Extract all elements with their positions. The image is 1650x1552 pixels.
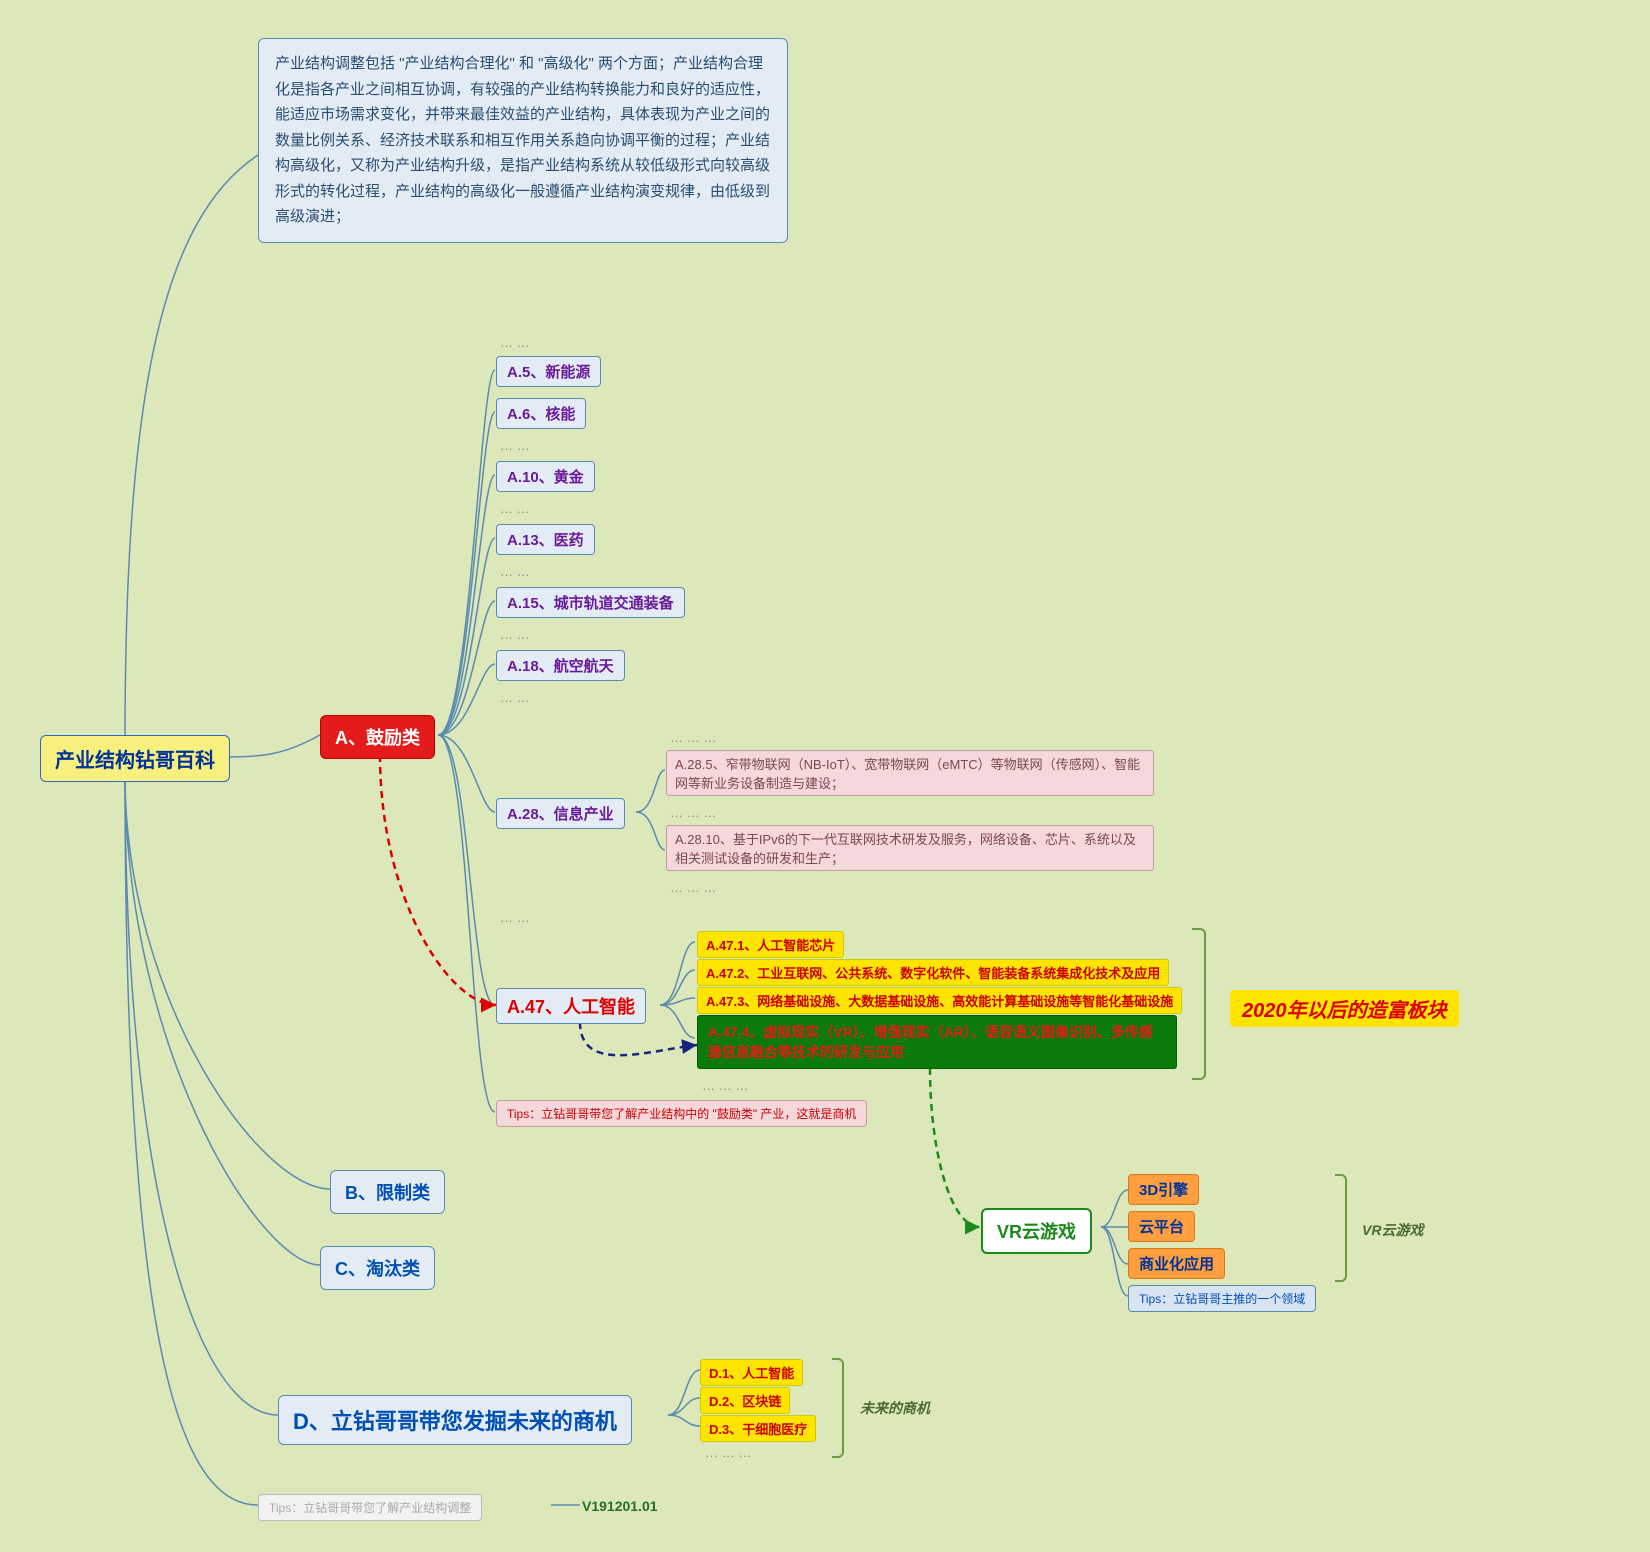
ellipsis: … … bbox=[500, 335, 530, 350]
node-a47-1: A.47.1、人工智能芯片 bbox=[697, 931, 844, 958]
node-a28-10: A.28.10、基于IPv6的下一代互联网技术研发及服务，网络设备、芯片、系统以… bbox=[666, 825, 1154, 871]
node-a47-3: A.47.3、网络基础设施、大数据基础设施、高效能计算基础设施等智能化基础设施 bbox=[697, 987, 1182, 1014]
node-a10[interactable]: A.10、黄金 bbox=[496, 461, 595, 492]
ellipsis: … … bbox=[500, 627, 530, 642]
node-a5[interactable]: A.5、新能源 bbox=[496, 356, 601, 387]
tips-a: Tips：立钻哥哥带您了解产业结构中的 "鼓励类" 产业，这就是商机 bbox=[496, 1100, 867, 1127]
cat-c[interactable]: C、淘汰类 bbox=[320, 1246, 435, 1290]
ellipsis: … … … bbox=[705, 1445, 751, 1460]
ellipsis: … … bbox=[500, 438, 530, 453]
version-label: V191201.01 bbox=[582, 1498, 658, 1514]
node-d2[interactable]: D.2、区块链 bbox=[700, 1387, 790, 1414]
tips-footer: Tips：立钻哥哥带您了解产业结构调整 bbox=[258, 1494, 482, 1521]
ellipsis: … … … bbox=[670, 805, 716, 820]
node-a15[interactable]: A.15、城市轨道交通装备 bbox=[496, 587, 685, 618]
node-a47[interactable]: A.47、人工智能 bbox=[496, 988, 646, 1024]
bracket-d bbox=[832, 1358, 844, 1458]
node-a28-5: A.28.5、窄带物联网（NB-IoT）、宽带物联网（eMTC）等物联网（传感网… bbox=[666, 750, 1154, 796]
annot-vr: VR云游戏 bbox=[1362, 1220, 1423, 1240]
ellipsis: … … … bbox=[702, 1078, 748, 1093]
bracket-a47 bbox=[1192, 928, 1206, 1080]
node-a28[interactable]: A.28、信息产业 bbox=[496, 798, 625, 829]
ellipsis: … … bbox=[500, 501, 530, 516]
node-a18[interactable]: A.18、航空航天 bbox=[496, 650, 625, 681]
root-node[interactable]: 产业结构钻哥百科 bbox=[40, 735, 230, 782]
ellipsis: … … bbox=[500, 564, 530, 579]
cat-d[interactable]: D、立钻哥哥带您发掘未来的商机 bbox=[278, 1395, 632, 1445]
annot-d: 未来的商机 bbox=[860, 1398, 930, 1418]
node-a47-4: A.47.4、虚拟现实（VR）、增强现实（AR）、语音语义图像识别、多传感器信息… bbox=[697, 1015, 1177, 1069]
ellipsis: … … … bbox=[670, 880, 716, 895]
ellipsis: … … bbox=[500, 690, 530, 705]
tips-vr: Tips：立钻哥哥主推的一个领域 bbox=[1128, 1285, 1316, 1312]
ellipsis: … … … bbox=[670, 730, 716, 745]
node-a47-2: A.47.2、工业互联网、公共系统、数字化软件、智能装备系统集成化技术及应用 bbox=[697, 959, 1169, 986]
vr-biz[interactable]: 商业化应用 bbox=[1128, 1248, 1225, 1279]
node-a13[interactable]: A.13、医药 bbox=[496, 524, 595, 555]
vr-cloud[interactable]: 云平台 bbox=[1128, 1211, 1195, 1242]
description-box: 产业结构调整包括 "产业结构合理化" 和 "高级化" 两个方面；产业结构合理化是… bbox=[258, 38, 788, 243]
cat-a[interactable]: A、鼓励类 bbox=[320, 715, 435, 759]
vr-3d[interactable]: 3D引擎 bbox=[1128, 1174, 1199, 1205]
ellipsis: … … bbox=[500, 910, 530, 925]
cat-b[interactable]: B、限制类 bbox=[330, 1170, 445, 1214]
node-d3[interactable]: D.3、干细胞医疗 bbox=[700, 1415, 816, 1442]
annot-a47: 2020年以后的造富板块 bbox=[1230, 990, 1459, 1027]
node-d1[interactable]: D.1、人工智能 bbox=[700, 1359, 803, 1386]
bracket-vr bbox=[1335, 1174, 1347, 1282]
vr-node[interactable]: VR云游戏 bbox=[981, 1208, 1092, 1254]
node-a6[interactable]: A.6、核能 bbox=[496, 398, 586, 429]
